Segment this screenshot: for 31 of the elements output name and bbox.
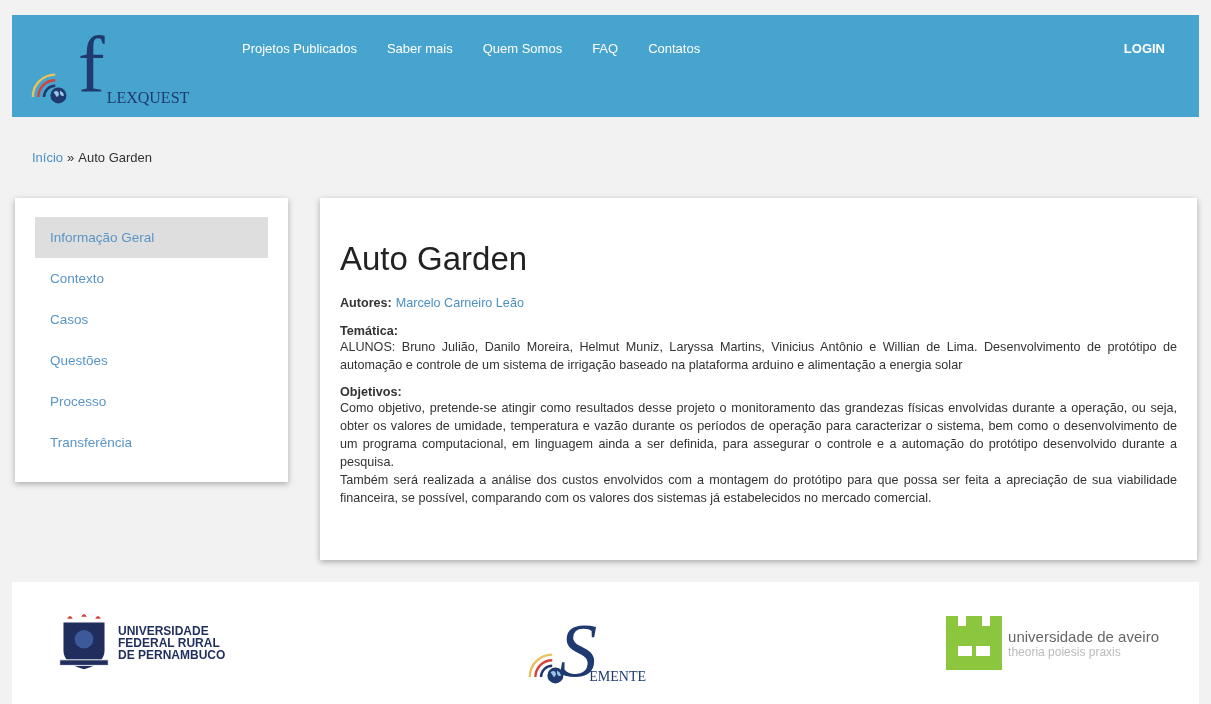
section-text: ALUNOS: Bruno Julião, Danilo Moreira, Helmut Muniz, Laryssa Martins, Vinicius Antônio e Willian de Lima. Desenvolvimento de protótipo de automação e controle de um sistema de irrigação baseado na plataforma arduino e alimentação a energia solar bbox=[340, 339, 1177, 374]
nav-link[interactable]: Contatos bbox=[648, 40, 701, 56]
nav-link[interactable]: FAQ bbox=[592, 40, 619, 56]
login-link[interactable]: LOGIN bbox=[1123, 40, 1165, 56]
breadcrumb-current: Auto Garden bbox=[78, 150, 153, 167]
sidebar-item[interactable]: Casos bbox=[35, 299, 268, 340]
sidebar-item[interactable]: Processo bbox=[35, 381, 268, 422]
sidebar-item[interactable]: Contexto bbox=[35, 258, 268, 299]
university-emblem-icon bbox=[946, 616, 1003, 670]
section-text: Também será realizada a análise dos custos envolvidos com a montagem do protótipo para que possa ser feita a apreciação de sua viabilidade financeira, se possível, comparando com os valores dos sistemas já estabelecidos no mercado comercial. bbox=[340, 472, 1177, 507]
section-heading: Temática: bbox=[340, 324, 399, 338]
logo-initial: f bbox=[77, 20, 106, 111]
nav-link[interactable]: Saber mais bbox=[386, 40, 453, 56]
authors-label: Autores: bbox=[340, 296, 392, 310]
page-title: Auto Garden bbox=[340, 240, 529, 278]
nav-link[interactable]: Projetos Publicados bbox=[242, 40, 357, 56]
section-text: Como objetivo, pretende-se atingir como resultados desse projeto o monitoramento das grandezas físicas envolvidas durante a operação, ou seja, obter os valores de umidade, temperatura e vazão durante os períodos de operação para caracterizar o sistema, bem como o desenvolvimento de um programa computacional, em linguagem ainda a ser definida, para assegurar o controle e a automação do protótipo desenvolvido durante a pesquisa. bbox=[340, 400, 1177, 471]
sidebar-item[interactable]: Transferência bbox=[35, 422, 268, 463]
sidebar-item[interactable]: Informação Geral bbox=[35, 217, 268, 258]
university-name-line: DE PERNAMBUCO bbox=[118, 649, 226, 661]
logo-text: LEXQUEST bbox=[106, 89, 190, 107]
breadcrumb-separator: » bbox=[67, 150, 75, 167]
university-name-line: UNIVERSIDADE bbox=[118, 625, 210, 637]
sidebar-item[interactable]: Questões bbox=[35, 340, 268, 381]
university-name: universidade de aveiro bbox=[1008, 627, 1159, 645]
breadcrumb-link[interactable]: Início bbox=[32, 150, 64, 198]
nav-link[interactable]: Quem Somos bbox=[482, 40, 563, 56]
author-link[interactable]: Marcelo Carneiro Leão bbox=[395, 296, 524, 310]
university-name-line: FEDERAL RURAL bbox=[118, 637, 221, 649]
university-motto: theoria poiesis praxis bbox=[1008, 644, 1122, 659]
section-heading: Objetivos: bbox=[340, 385, 403, 399]
